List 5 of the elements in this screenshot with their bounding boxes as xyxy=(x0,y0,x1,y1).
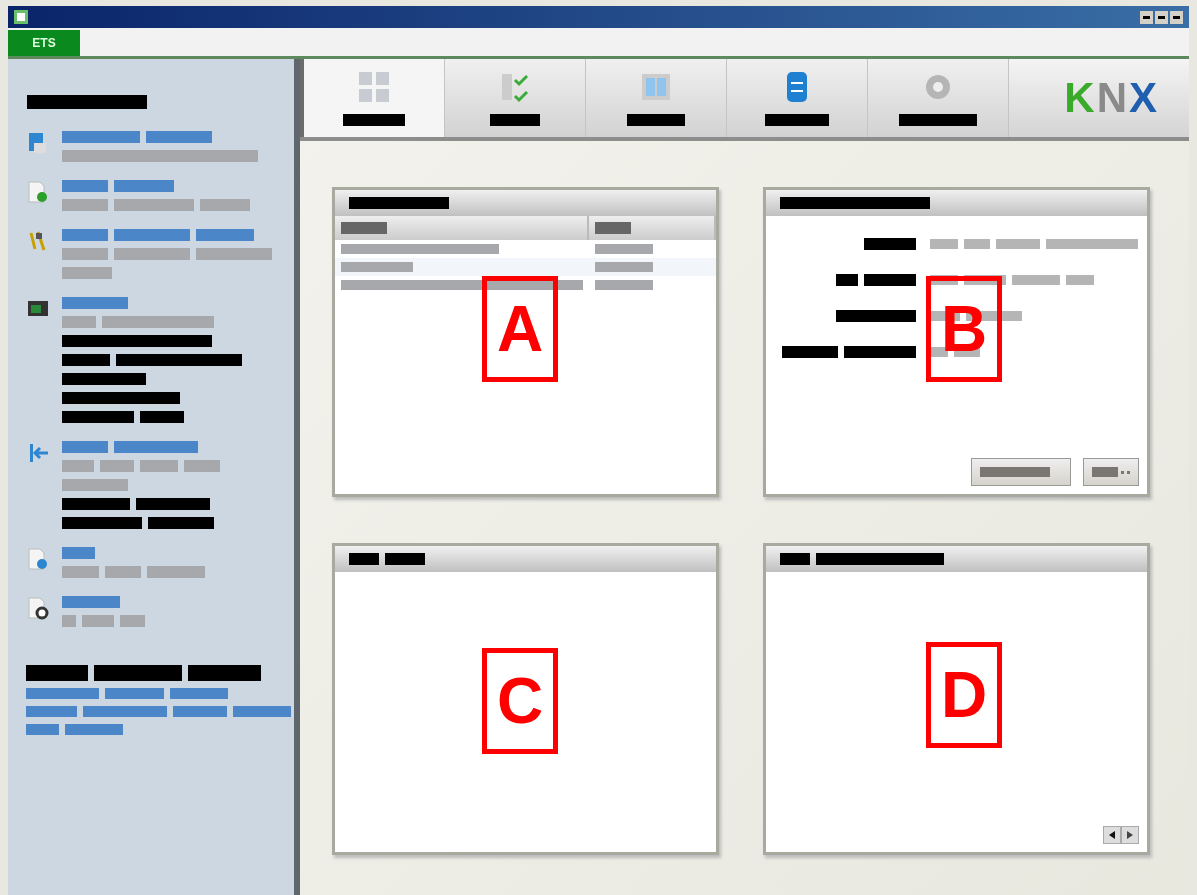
logo: KNX xyxy=(1064,74,1159,122)
app-tab[interactable]: ETS xyxy=(8,30,80,56)
marker-label: C xyxy=(482,648,558,754)
marker-label: D xyxy=(926,642,1002,748)
marker-label: A xyxy=(482,276,558,382)
